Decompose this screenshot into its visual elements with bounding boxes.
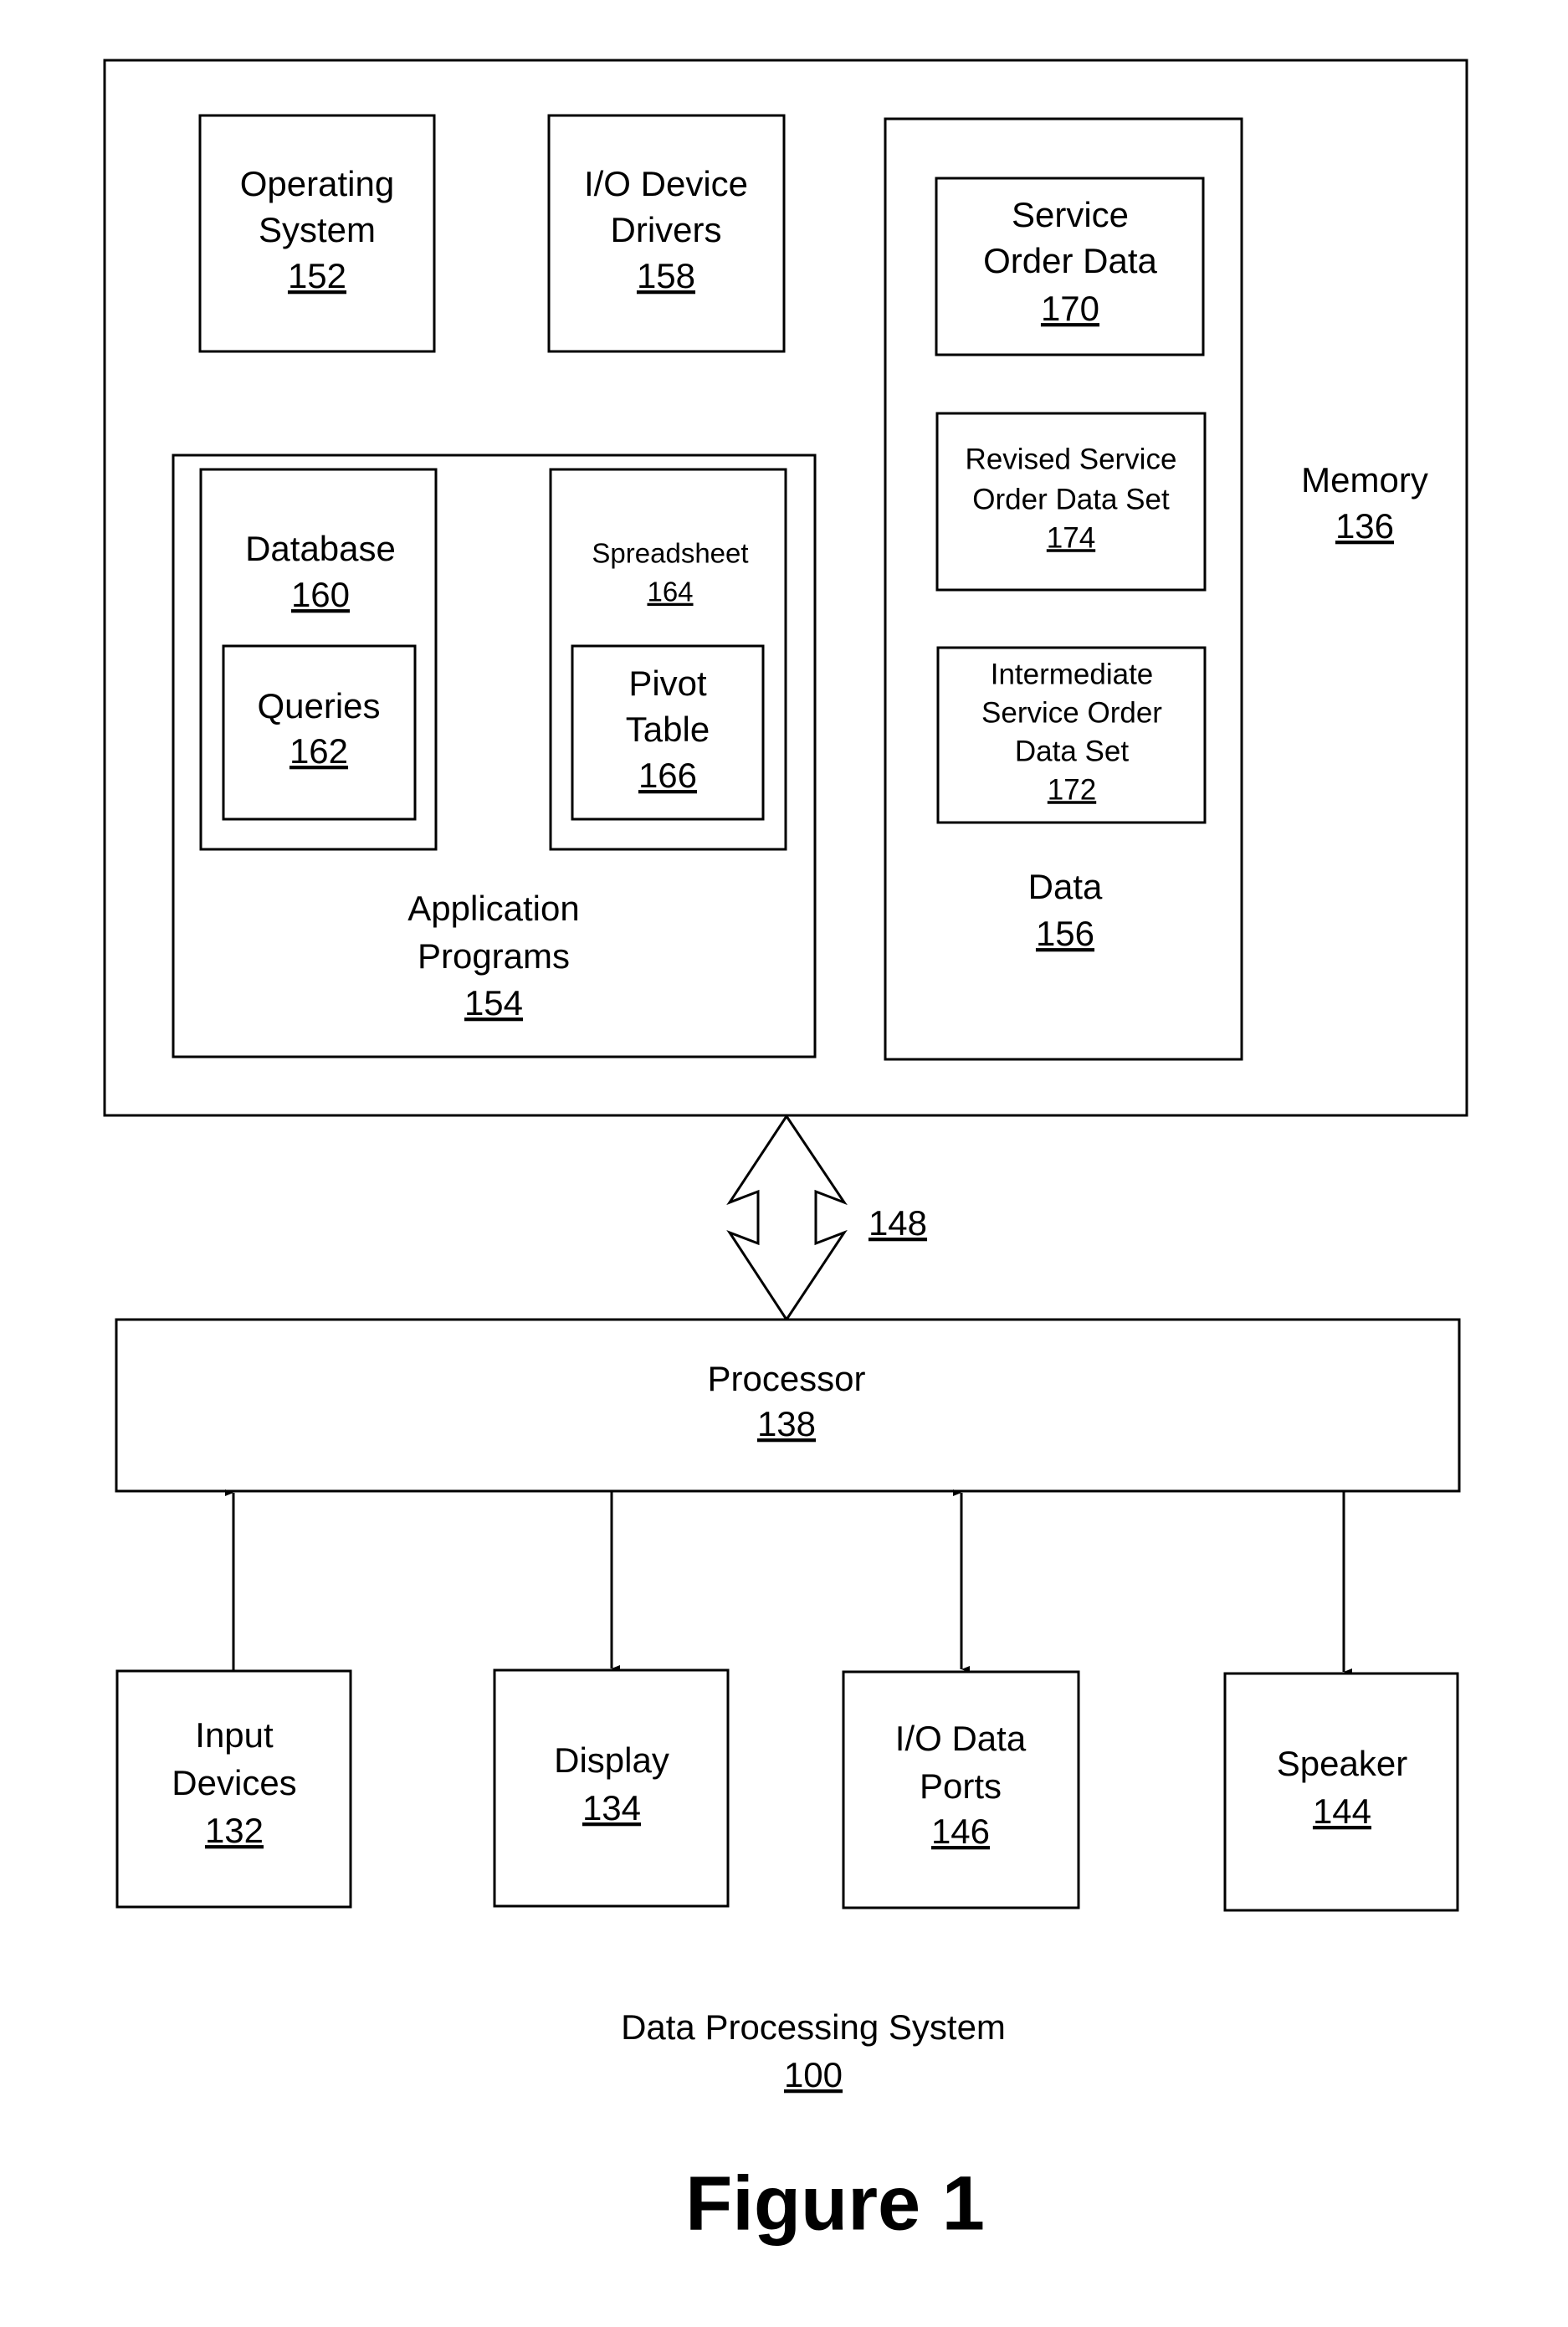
system-ref: 100 [784, 2055, 843, 2094]
display-label: Display [554, 1740, 669, 1780]
spreadsheet-ref: 164 [647, 577, 693, 607]
queries-ref: 162 [290, 731, 348, 771]
processor-label: Processor [707, 1359, 865, 1398]
processor-ref: 138 [757, 1404, 816, 1443]
intermediate-set-label-line1: Intermediate [991, 658, 1154, 690]
system-caption: Data Processing System [621, 2007, 1006, 2047]
service-order-data-label-line1: Service [1012, 195, 1129, 234]
operating-system-label-line2: System [259, 210, 376, 249]
speaker-label: Speaker [1277, 1744, 1407, 1783]
database-ref: 160 [291, 575, 350, 614]
application-programs-label-line2: Programs [418, 936, 570, 976]
io-data-ports-label-line1: I/O Data [895, 1719, 1027, 1758]
speaker-ref: 144 [1313, 1791, 1371, 1831]
input-devices-label-line2: Devices [172, 1763, 296, 1802]
figure-title: Figure 1 [685, 2160, 985, 2246]
operating-system-label-line1: Operating [240, 164, 394, 203]
data-ref: 156 [1036, 914, 1094, 953]
service-order-data-label-line2: Order Data [983, 241, 1157, 280]
revised-set-ref: 174 [1047, 521, 1095, 554]
io-device-drivers-label-line2: Drivers [611, 210, 722, 249]
input-devices-ref: 132 [205, 1811, 264, 1850]
io-data-ports-ref: 146 [931, 1812, 990, 1851]
intermediate-set-label-line2: Service Order [981, 696, 1162, 729]
service-order-data-ref: 170 [1041, 289, 1099, 328]
spreadsheet-label: Spreadsheet [592, 538, 748, 569]
operating-system-ref: 152 [288, 256, 346, 295]
database-label: Database [245, 529, 396, 568]
memory-label: Memory [1301, 460, 1428, 500]
application-programs-ref: 154 [464, 983, 523, 1023]
display-ref: 134 [582, 1788, 641, 1827]
pivot-table-ref: 166 [638, 756, 697, 795]
application-programs-label-line1: Application [407, 889, 579, 928]
data-processing-system-diagram: Memory 136 Operating System 152 I/O Devi… [103, 59, 1468, 2246]
input-devices-label-line1: Input [195, 1715, 274, 1755]
io-data-ports-label-line2: Ports [920, 1766, 1002, 1806]
intermediate-set-label-line3: Data Set [1015, 735, 1129, 767]
io-device-drivers-ref: 158 [637, 256, 695, 295]
revised-set-label-line2: Order Data Set [972, 483, 1170, 515]
memory-ref: 136 [1335, 506, 1394, 546]
revised-set-label-line1: Revised Service [966, 443, 1177, 475]
bus-double-arrow-icon [726, 1114, 848, 1322]
io-device-drivers-label-line1: I/O Device [584, 164, 748, 203]
queries-label: Queries [257, 686, 380, 725]
pivot-table-label-line2: Table [626, 710, 710, 749]
intermediate-set-ref: 172 [1048, 773, 1096, 806]
bus-ref: 148 [869, 1203, 927, 1243]
data-label: Data [1028, 867, 1103, 906]
pivot-table-label-line1: Pivot [628, 664, 707, 703]
